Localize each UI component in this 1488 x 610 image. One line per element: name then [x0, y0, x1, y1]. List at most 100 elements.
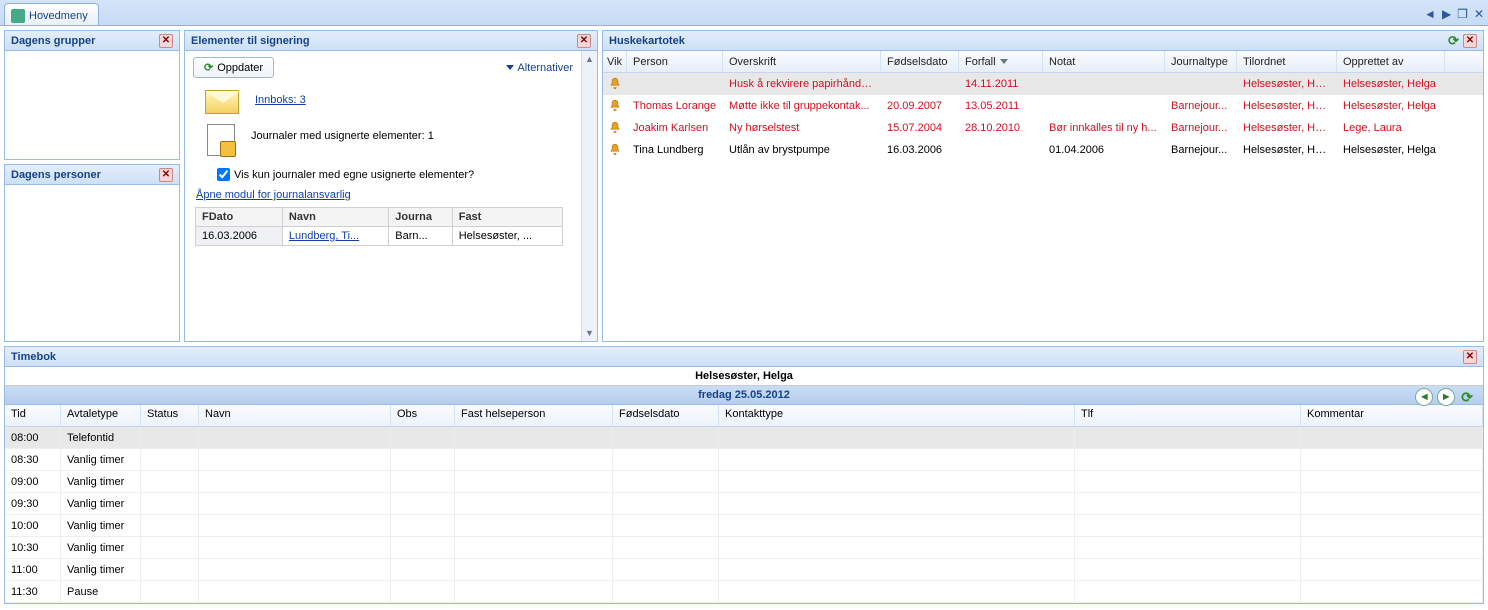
scroll-up-icon[interactable]: ▲ — [582, 51, 597, 67]
vis-kun-egne-checkbox[interactable] — [217, 168, 230, 181]
next-icon[interactable]: ▶ — [1442, 7, 1451, 21]
innboks-link[interactable]: Innboks: 3 — [255, 94, 306, 106]
table-row[interactable]: 11:00Vanlig timer — [5, 559, 1483, 581]
cell-obs — [391, 449, 455, 470]
col-avtaletype[interactable]: Avtaletype — [61, 405, 141, 426]
col-vik[interactable]: Vik — [603, 51, 627, 72]
cell-kommentar — [1301, 537, 1483, 558]
cell-navn — [199, 581, 391, 602]
table-row[interactable]: 08:00Telefontid — [5, 427, 1483, 449]
cell-fod — [613, 471, 719, 492]
col-journa[interactable]: Journa — [389, 208, 452, 227]
col-fod[interactable]: Fødselsdato — [613, 405, 719, 426]
cell-fast — [455, 427, 613, 448]
scroll-down-icon[interactable]: ▼ — [582, 325, 597, 341]
cell-navn[interactable]: Lundberg, Ti... — [282, 227, 388, 246]
alternativer-menu[interactable]: Alternativer — [506, 62, 573, 74]
cell-forfall: 14.11.2011 — [959, 78, 1043, 90]
panel-close-icon[interactable]: ✕ — [159, 168, 173, 182]
cell-notat: 01.04.2006 — [1043, 144, 1165, 156]
cell-opprettet: Helsesøster, Helga — [1337, 144, 1445, 156]
cell-tilordnet: Helsesøster, Helga — [1237, 122, 1337, 134]
next-day-button[interactable]: ► — [1437, 388, 1455, 406]
timebok-columns: Tid Avtaletype Status Navn Obs Fast hels… — [5, 405, 1483, 427]
col-kommentar[interactable]: Kommentar — [1301, 405, 1483, 426]
huske-columns: Vik Person Overskrift Fødselsdato Forfal… — [603, 51, 1483, 73]
cell-tlf — [1075, 493, 1301, 514]
table-row[interactable]: 08:30Vanlig timer — [5, 449, 1483, 471]
refresh-icon[interactable]: ⟳ — [1459, 388, 1475, 407]
cell-tid: 10:00 — [5, 515, 61, 536]
cell-tlf — [1075, 515, 1301, 536]
cell-fast — [455, 581, 613, 602]
col-overskrift[interactable]: Overskrift — [723, 51, 881, 72]
col-forfall-label: Forfall — [965, 56, 996, 68]
oppdater-button[interactable]: ⟳ Oppdater — [193, 57, 274, 78]
table-row[interactable]: 16.03.2006Lundberg, Ti...Barn...Helsesøs… — [196, 227, 563, 246]
col-tilordnet[interactable]: Tilordnet — [1237, 51, 1337, 72]
cell-navn — [199, 471, 391, 492]
col-tlf[interactable]: Tlf — [1075, 405, 1301, 426]
prev-icon[interactable]: ◄ — [1424, 7, 1436, 21]
cell-avtaletype: Vanlig timer — [61, 449, 141, 470]
cell-status — [141, 515, 199, 536]
cell-obs — [391, 515, 455, 536]
col-fast[interactable]: Fast — [452, 208, 562, 227]
panel-close-icon[interactable]: ✕ — [1463, 350, 1477, 364]
cell-kontakttype — [719, 581, 1075, 602]
table-row[interactable]: Joakim KarlsenNy hørselstest15.07.200428… — [603, 117, 1483, 139]
refresh-icon[interactable]: ⟳ — [1448, 33, 1459, 49]
table-row[interactable]: Husk å rekvirere papirhåndk...14.11.2011… — [603, 73, 1483, 95]
cell-kommentar — [1301, 427, 1483, 448]
checkbox-label: Vis kun journaler med egne usignerte ele… — [234, 169, 474, 181]
col-opprettet[interactable]: Opprettet av — [1337, 51, 1445, 72]
cell-status — [141, 427, 199, 448]
cell-fod — [613, 559, 719, 580]
col-navn[interactable]: Navn — [199, 405, 391, 426]
col-fodselsdato[interactable]: Fødselsdato — [881, 51, 959, 72]
col-navn[interactable]: Navn — [282, 208, 388, 227]
table-row[interactable]: 10:30Vanlig timer — [5, 537, 1483, 559]
col-fast[interactable]: Fast helseperson — [455, 405, 613, 426]
scrollbar[interactable]: ▲ ▼ — [581, 51, 597, 341]
timebok-datebar: fredag 25.05.2012 ◄ ► ⟳ — [5, 386, 1483, 405]
panel-close-icon[interactable]: ✕ — [1463, 34, 1477, 48]
prev-day-button[interactable]: ◄ — [1415, 388, 1433, 406]
chevron-down-icon — [506, 65, 514, 70]
col-person[interactable]: Person — [627, 51, 723, 72]
col-kontakttype[interactable]: Kontakttype — [719, 405, 1075, 426]
cell-fod — [613, 537, 719, 558]
cell-kontakttype — [719, 471, 1075, 492]
table-row[interactable]: 09:00Vanlig timer — [5, 471, 1483, 493]
cell-tlf — [1075, 559, 1301, 580]
close-window-icon[interactable]: ✕ — [1474, 7, 1484, 21]
table-row[interactable]: Thomas LorangeMøtte ikke til gruppekonta… — [603, 95, 1483, 117]
cell-fast: Helsesøster, ... — [452, 227, 562, 246]
table-row[interactable]: 09:30Vanlig timer — [5, 493, 1483, 515]
col-tid[interactable]: Tid — [5, 405, 61, 426]
panel-close-icon[interactable]: ✕ — [159, 34, 173, 48]
col-notat[interactable]: Notat — [1043, 51, 1165, 72]
table-row[interactable]: 11:30Pause — [5, 581, 1483, 603]
cell-status — [141, 559, 199, 580]
panel-title: Dagens grupper — [11, 35, 95, 47]
cell-kontakttype — [719, 449, 1075, 470]
col-journaltype[interactable]: Journaltype — [1165, 51, 1237, 72]
col-obs[interactable]: Obs — [391, 405, 455, 426]
cell-overskrift: Utlån av brystpumpe — [723, 144, 881, 156]
cell-obs — [391, 581, 455, 602]
cell-tilordnet: Helsesøster, Helga — [1237, 78, 1337, 90]
col-forfall[interactable]: Forfall — [959, 51, 1043, 72]
bell-icon — [603, 121, 627, 135]
tab-hovedmeny[interactable]: Hovedmeny — [4, 3, 99, 25]
cell-overskrift: Møtte ikke til gruppekontak... — [723, 100, 881, 112]
cell-person: Thomas Lorange — [627, 100, 723, 112]
table-row[interactable]: Tina LundbergUtlån av brystpumpe16.03.20… — [603, 139, 1483, 161]
col-fdato[interactable]: FDato — [196, 208, 283, 227]
panel-close-icon[interactable]: ✕ — [577, 34, 591, 48]
table-row[interactable]: 10:00Vanlig timer — [5, 515, 1483, 537]
maximize-icon[interactable]: ❐ — [1457, 7, 1468, 21]
cell-tlf — [1075, 449, 1301, 470]
apne-modul-link[interactable]: Åpne modul for journalansvarlig — [196, 189, 351, 201]
col-status[interactable]: Status — [141, 405, 199, 426]
